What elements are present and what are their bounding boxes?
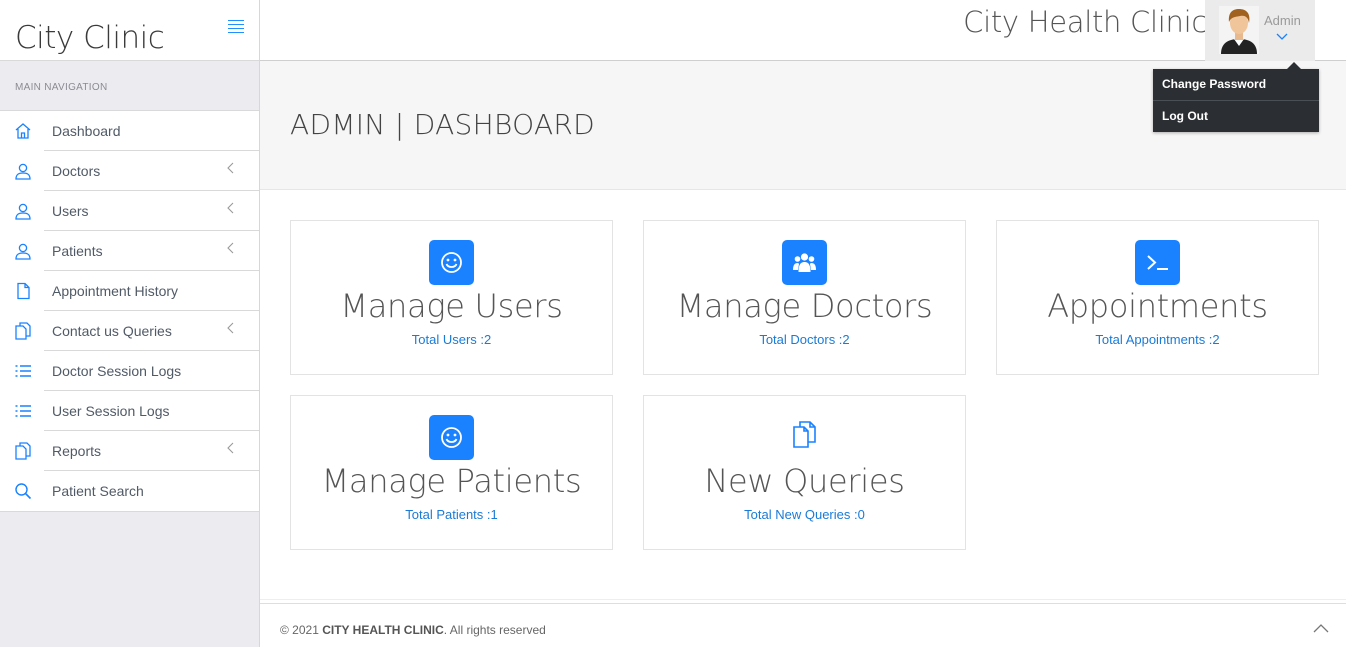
brand-logo[interactable]: City Clinic — [15, 20, 165, 56]
copyright-text: © 2021 CITY HEALTH CLINIC. All rights re… — [280, 623, 546, 637]
home-icon — [15, 123, 31, 139]
sidebar-item-reports[interactable]: Reports — [0, 431, 259, 471]
sidebar-item-label: Patients — [52, 243, 103, 259]
sidebar-item-contact-queries[interactable]: Contact us Queries — [0, 311, 259, 351]
sidebar: City Clinic MAIN NAVIGATION Dashboard Do… — [0, 0, 260, 647]
sidebar-item-label: Patient Search — [52, 483, 144, 499]
change-password-link[interactable]: Change Password — [1153, 69, 1319, 100]
chevron-left-icon — [227, 322, 234, 334]
chevron-left-icon — [227, 202, 234, 214]
card-link[interactable]: Total Appointments :2 — [997, 332, 1318, 347]
smiley-icon — [429, 415, 474, 460]
sidebar-item-label: User Session Logs — [52, 403, 170, 419]
sidebar-item-dashboard[interactable]: Dashboard — [0, 111, 259, 151]
chevron-left-icon — [227, 442, 234, 454]
chevron-up-icon[interactable] — [1313, 623, 1329, 633]
card-link[interactable]: Total Patients :1 — [291, 507, 612, 522]
sidebar-item-label: Doctor Session Logs — [52, 363, 182, 379]
card-title: Manage Users — [340, 287, 563, 325]
card-manage-users: Manage Users Total Users :2 — [290, 220, 613, 375]
chevron-left-icon — [227, 162, 234, 174]
sidebar-item-doctor-session-logs[interactable]: Doctor Session Logs — [0, 351, 259, 391]
main-navigation: Dashboard Doctors Users Patients Appoint… — [0, 111, 259, 512]
smiley-icon — [429, 240, 474, 285]
top-header: City Health Clinic — [260, 0, 1346, 61]
user-icon — [15, 163, 31, 180]
files-icon — [793, 421, 816, 448]
sidebar-item-patient-search[interactable]: Patient Search — [0, 471, 259, 511]
site-title: City Health Clinic — [963, 5, 1207, 39]
sidebar-item-label: Appointment History — [52, 283, 179, 299]
footer: © 2021 CITY HEALTH CLINIC. All rights re… — [260, 599, 1346, 648]
search-icon — [15, 483, 32, 500]
sidebar-item-label: Dashboard — [52, 123, 121, 139]
sidebar-item-user-session-logs[interactable]: User Session Logs — [0, 391, 259, 431]
card-title: Manage Patients — [321, 462, 582, 500]
card-title: Appointments — [1047, 287, 1268, 325]
user-icon — [15, 203, 31, 220]
sidebar-item-doctors[interactable]: Doctors — [0, 151, 259, 191]
sidebar-item-patients[interactable]: Patients — [0, 231, 259, 271]
users-icon — [782, 240, 827, 285]
chevron-left-icon — [227, 242, 234, 254]
file-icon — [17, 282, 30, 300]
card-manage-doctors: Manage Doctors Total Doctors :2 — [643, 220, 966, 375]
card-link[interactable]: Total New Queries :0 — [644, 507, 965, 522]
nav-section-label: MAIN NAVIGATION — [0, 61, 259, 111]
sidebar-item-users[interactable]: Users — [0, 191, 259, 231]
terminal-icon — [1135, 240, 1180, 285]
sidebar-item-label: Doctors — [52, 163, 101, 179]
page-title: ADMIN | DASHBOARD — [290, 108, 596, 141]
sidebar-item-label: Contact us Queries — [52, 323, 172, 339]
user-name: Admin — [1264, 13, 1301, 28]
files-icon — [15, 442, 31, 460]
card-link[interactable]: Total Users :2 — [291, 332, 612, 347]
user-menu-toggle[interactable]: Admin — [1205, 0, 1315, 61]
user-dropdown-menu: Change Password Log Out — [1153, 62, 1319, 132]
list-icon — [15, 405, 31, 417]
card-new-queries: New Queries Total New Queries :0 — [643, 395, 966, 550]
sidebar-item-label: Reports — [52, 443, 102, 459]
card-manage-patients: Manage Patients Total Patients :1 — [290, 395, 613, 550]
avatar — [1219, 6, 1259, 54]
user-icon — [15, 243, 31, 260]
files-icon — [15, 322, 31, 340]
card-title: Manage Doctors — [676, 287, 933, 325]
sidebar-item-appointment-history[interactable]: Appointment History — [0, 271, 259, 311]
logout-link[interactable]: Log Out — [1153, 100, 1319, 132]
menu-toggle-icon[interactable] — [228, 20, 244, 33]
sidebar-item-label: Users — [52, 203, 89, 219]
brand-area: City Clinic — [0, 0, 259, 61]
card-link[interactable]: Total Doctors :2 — [644, 332, 965, 347]
chevron-down-icon — [1276, 33, 1288, 40]
card-appointments: Appointments Total Appointments :2 — [996, 220, 1319, 375]
footer-brand: CITY HEALTH CLINIC — [322, 623, 444, 637]
list-icon — [15, 365, 31, 377]
card-title: New Queries — [704, 462, 905, 500]
